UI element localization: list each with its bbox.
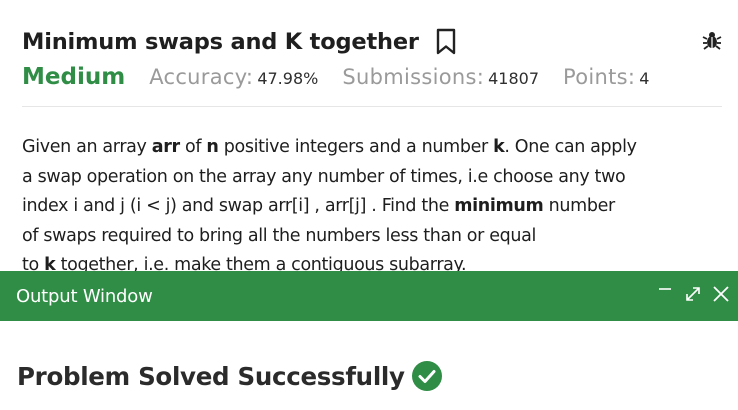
description-line: of swaps required to bring all the numbe… <box>22 225 537 246</box>
desc-bold: k <box>493 137 505 157</box>
desc-bold: minimum <box>454 196 544 216</box>
check-circle-icon <box>411 360 443 392</box>
accuracy-value: 47.98% <box>257 69 319 88</box>
points-label: Points: <box>563 65 636 89</box>
description-line: Given an array arr of n positive integer… <box>22 133 730 163</box>
submissions-value: 41807 <box>488 69 539 88</box>
desc-text: Given an array <box>22 137 152 157</box>
desc-bold: arr <box>151 137 180 157</box>
minimize-icon[interactable] <box>656 285 674 303</box>
desc-text: . One can apply <box>504 137 637 157</box>
submissions-label: Submissions: <box>342 65 485 89</box>
problem-description: Given an array arr of n positive integer… <box>22 133 730 281</box>
desc-text: number <box>543 196 616 216</box>
problem-title: Minimum swaps and K together <box>22 29 419 55</box>
desc-text: positive integers and a number <box>218 137 494 157</box>
problem-header: Minimum swaps and K together Medium Accu… <box>22 24 722 98</box>
accuracy-label: Accuracy: <box>149 65 254 89</box>
bookmark-icon[interactable] <box>435 28 457 56</box>
points-value: 4 <box>639 69 650 88</box>
desc-bold: n <box>206 137 219 157</box>
difficulty-badge: Medium <box>22 64 126 90</box>
result-status: Problem Solved Successfully <box>17 360 443 392</box>
bug-icon[interactable] <box>702 30 722 50</box>
problem-page: Minimum swaps and K together Medium Accu… <box>0 0 738 410</box>
desc-text: of <box>179 137 207 157</box>
desc-text: index i and j (i < j) and swap arr[i] , … <box>22 196 455 216</box>
header-divider <box>22 106 722 107</box>
title-row: Minimum swaps and K together <box>22 24 722 60</box>
window-controls <box>656 285 730 303</box>
close-icon[interactable] <box>712 285 730 303</box>
expand-icon[interactable] <box>684 285 702 303</box>
output-window-header: Output Window <box>0 271 738 321</box>
description-line: index i and j (i < j) and swap arr[i] , … <box>22 192 730 222</box>
output-window-title: Output Window <box>16 285 153 307</box>
problem-meta: Medium Accuracy: 47.98% Submissions: 418… <box>22 64 722 98</box>
result-message: Problem Solved Successfully <box>17 361 405 391</box>
description-line: a swap operation on the array any number… <box>22 166 626 187</box>
